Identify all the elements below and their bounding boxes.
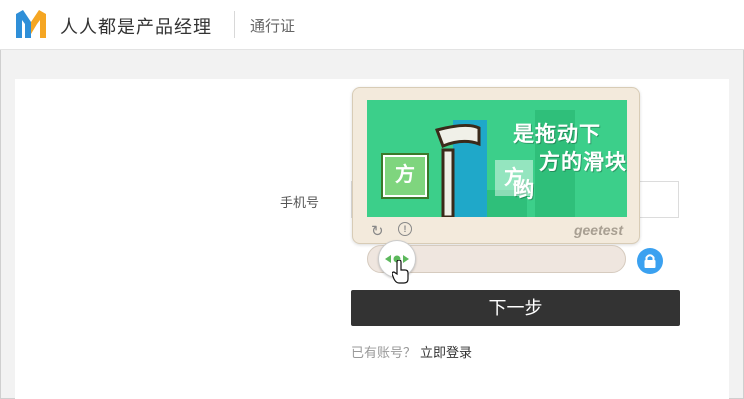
info-icon[interactable]: !	[398, 222, 412, 236]
lock-glyph-icon	[644, 254, 656, 268]
geetest-brand: geetest	[573, 222, 623, 238]
phone-label: 手机号	[280, 195, 320, 210]
site-header: 人人都是产品经理 通行证	[0, 0, 744, 50]
lock-icon	[637, 248, 663, 274]
next-step-button[interactable]: 下一步	[351, 290, 680, 326]
m-logo-icon[interactable]	[14, 8, 48, 40]
hand-cursor-icon	[392, 260, 409, 284]
captcha-hint-line-2: 方的滑块	[539, 151, 627, 174]
refresh-icon[interactable]: ↻	[371, 222, 384, 240]
header-divider	[234, 11, 235, 38]
login-link[interactable]: 立即登录	[420, 345, 472, 360]
captcha-puzzle-piece[interactable]: 方	[383, 155, 427, 197]
page-title: 通行证	[250, 18, 296, 35]
captcha-target-slot: 方	[495, 160, 533, 196]
captcha-image: 是拖动下 方的滑块 哟 方 方	[367, 100, 627, 217]
have-account-text: 已有账号？	[351, 345, 417, 360]
login-prompt: 已有账号？ 立即登录	[351, 342, 472, 361]
captcha-hint-line-1: 是拖动下	[513, 123, 601, 146]
site-brand[interactable]: 人人都是产品经理	[60, 13, 212, 39]
captcha-popup: 是拖动下 方的滑块 哟 方 方 ↻ ! geetest	[352, 87, 640, 244]
